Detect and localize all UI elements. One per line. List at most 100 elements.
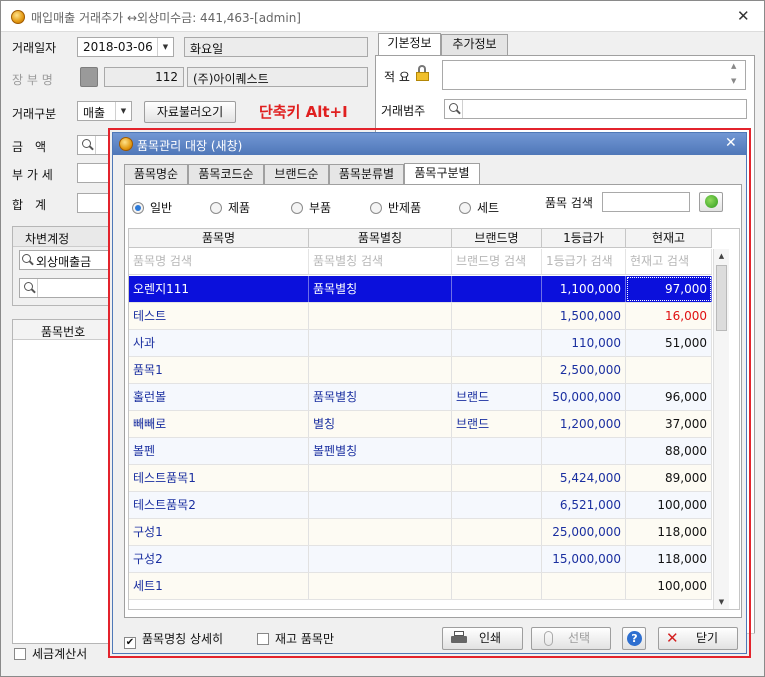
tab-extra-info[interactable]: 추가정보 [441, 34, 508, 55]
scroll-down-icon[interactable]: ▼ [714, 595, 729, 609]
item-search-input[interactable] [602, 192, 690, 212]
search-icon[interactable] [20, 251, 34, 269]
table-row[interactable]: 테스트품목2 6,521,000 100,000 [129, 492, 712, 519]
load-data-button[interactable]: 자료불러오기 [144, 101, 236, 123]
table-row[interactable]: 구성1 25,000,000 118,000 [129, 519, 712, 546]
cell-price[interactable]: 5,424,000 [542, 465, 626, 491]
cell-price[interactable]: 110,000 [542, 330, 626, 356]
column-header-alias[interactable]: 품목별칭 [309, 229, 452, 247]
vat-field[interactable] [77, 163, 109, 183]
cell-alias[interactable]: 품목별칭 [309, 276, 452, 302]
table-row[interactable]: 세트1 100,000 [129, 573, 712, 600]
select-button[interactable]: 선택 [531, 627, 611, 650]
cell-brand[interactable] [452, 546, 542, 572]
total-field[interactable] [77, 193, 109, 213]
cell-alias[interactable]: 볼펜별칭 [309, 438, 452, 464]
radio-part[interactable]: 부품 [291, 199, 331, 216]
chevron-down-icon[interactable]: ▼ [157, 38, 173, 56]
cell-name[interactable]: 구성1 [129, 519, 309, 545]
radio-circle[interactable] [370, 202, 382, 214]
column-header-name[interactable]: 품목명 [129, 229, 309, 247]
cell-price[interactable]: 15,000,000 [542, 546, 626, 572]
cell-brand[interactable]: 브랜드 [452, 411, 542, 437]
radio-circle[interactable] [291, 202, 303, 214]
cell-stock[interactable]: 118,000 [626, 546, 712, 572]
cell-stock[interactable]: 100,000 [626, 573, 712, 599]
tax-invoice-checkbox[interactable]: 세금계산서 [14, 645, 87, 662]
cell-stock[interactable]: 51,000 [626, 330, 712, 356]
cell-alias[interactable] [309, 357, 452, 383]
table-row[interactable]: 사과 110,000 51,000 [129, 330, 712, 357]
memo-textarea[interactable]: ▲ ▼ [442, 60, 746, 90]
credit-account-field[interactable] [19, 278, 109, 298]
table-row[interactable]: 품목1 2,500,000 [129, 357, 712, 384]
checkbox-box[interactable] [14, 648, 26, 660]
cell-brand[interactable] [452, 438, 542, 464]
search-icon[interactable] [20, 279, 38, 297]
debit-account-field[interactable]: 외상매출금 [19, 250, 109, 270]
scroll-down-icon[interactable]: ▼ [731, 77, 736, 85]
cell-brand[interactable] [452, 357, 542, 383]
print-button[interactable]: 인쇄 [442, 627, 523, 650]
column-header-stock[interactable]: 현재고 [626, 229, 712, 247]
cell-name[interactable]: 오렌지111 [129, 276, 309, 302]
cell-price[interactable]: 2,500,000 [542, 357, 626, 383]
cell-name[interactable]: 빼빼로 [129, 411, 309, 437]
tab-sort-code[interactable]: 품목코드순 [188, 164, 264, 185]
filter-alias[interactable]: 품목별칭 검색 [309, 249, 452, 274]
cell-price[interactable] [542, 573, 626, 599]
search-icon[interactable] [445, 100, 463, 118]
cell-name[interactable]: 세트1 [129, 573, 309, 599]
cell-stock[interactable]: 118,000 [626, 519, 712, 545]
checkbox-box[interactable]: ✔ [124, 637, 136, 649]
cell-name[interactable]: 품목1 [129, 357, 309, 383]
cell-price[interactable]: 25,000,000 [542, 519, 626, 545]
tab-sort-name[interactable]: 품목명순 [124, 164, 188, 185]
cell-stock[interactable]: 16,000 [626, 303, 712, 329]
radio-semi-product[interactable]: 반제품 [370, 199, 421, 216]
cell-brand[interactable] [452, 573, 542, 599]
scroll-thumb[interactable] [716, 265, 727, 331]
stock-only-checkbox[interactable]: 재고 품목만 [257, 630, 334, 647]
cell-stock[interactable]: 89,000 [626, 465, 712, 491]
cell-stock[interactable]: 88,000 [626, 438, 712, 464]
radio-product[interactable]: 제품 [210, 199, 250, 216]
cell-price[interactable]: 6,521,000 [542, 492, 626, 518]
cell-brand[interactable] [452, 492, 542, 518]
cell-stock[interactable]: 97,000 [626, 276, 712, 302]
cell-brand[interactable] [452, 276, 542, 302]
cell-alias[interactable] [309, 519, 452, 545]
checkbox-box[interactable] [257, 633, 269, 645]
help-button[interactable]: ? [622, 627, 646, 650]
filter-name[interactable]: 품목명 검색 [129, 249, 309, 274]
cell-name[interactable]: 홀런볼 [129, 384, 309, 410]
amount-field[interactable] [77, 135, 109, 155]
filter-price[interactable]: 1등급가 검색 [542, 249, 626, 274]
cell-price[interactable]: 1,200,000 [542, 411, 626, 437]
tab-by-type[interactable]: 품목구분별 [404, 163, 480, 186]
trade-date-picker[interactable]: 2018-03-06 ▼ [77, 37, 174, 57]
cell-name[interactable]: 구성2 [129, 546, 309, 572]
search-icon[interactable] [78, 136, 96, 154]
cell-brand[interactable] [452, 519, 542, 545]
cell-brand[interactable] [452, 465, 542, 491]
table-row[interactable]: 오렌지111 품목별칭 1,100,000 97,000 [129, 276, 712, 303]
cell-alias[interactable] [309, 573, 452, 599]
radio-set[interactable]: 세트 [459, 199, 499, 216]
cell-alias[interactable] [309, 465, 452, 491]
cell-alias[interactable] [309, 303, 452, 329]
column-header-brand[interactable]: 브랜드명 [452, 229, 542, 247]
vertical-scrollbar[interactable]: ▲ ▼ [713, 249, 729, 609]
cell-alias[interactable]: 별칭 [309, 411, 452, 437]
scroll-up-icon[interactable]: ▲ [731, 62, 736, 70]
scroll-up-icon[interactable]: ▲ [714, 249, 729, 263]
radio-circle[interactable] [459, 202, 471, 214]
cell-stock[interactable]: 37,000 [626, 411, 712, 437]
cell-name[interactable]: 볼펜 [129, 438, 309, 464]
filter-brand[interactable]: 브랜드명 검색 [452, 249, 542, 274]
cell-alias[interactable] [309, 546, 452, 572]
table-row[interactable]: 테스트 1,500,000 16,000 [129, 303, 712, 330]
cell-brand[interactable] [452, 303, 542, 329]
ledger-book-icon[interactable] [80, 67, 98, 87]
cell-brand[interactable]: 브랜드 [452, 384, 542, 410]
